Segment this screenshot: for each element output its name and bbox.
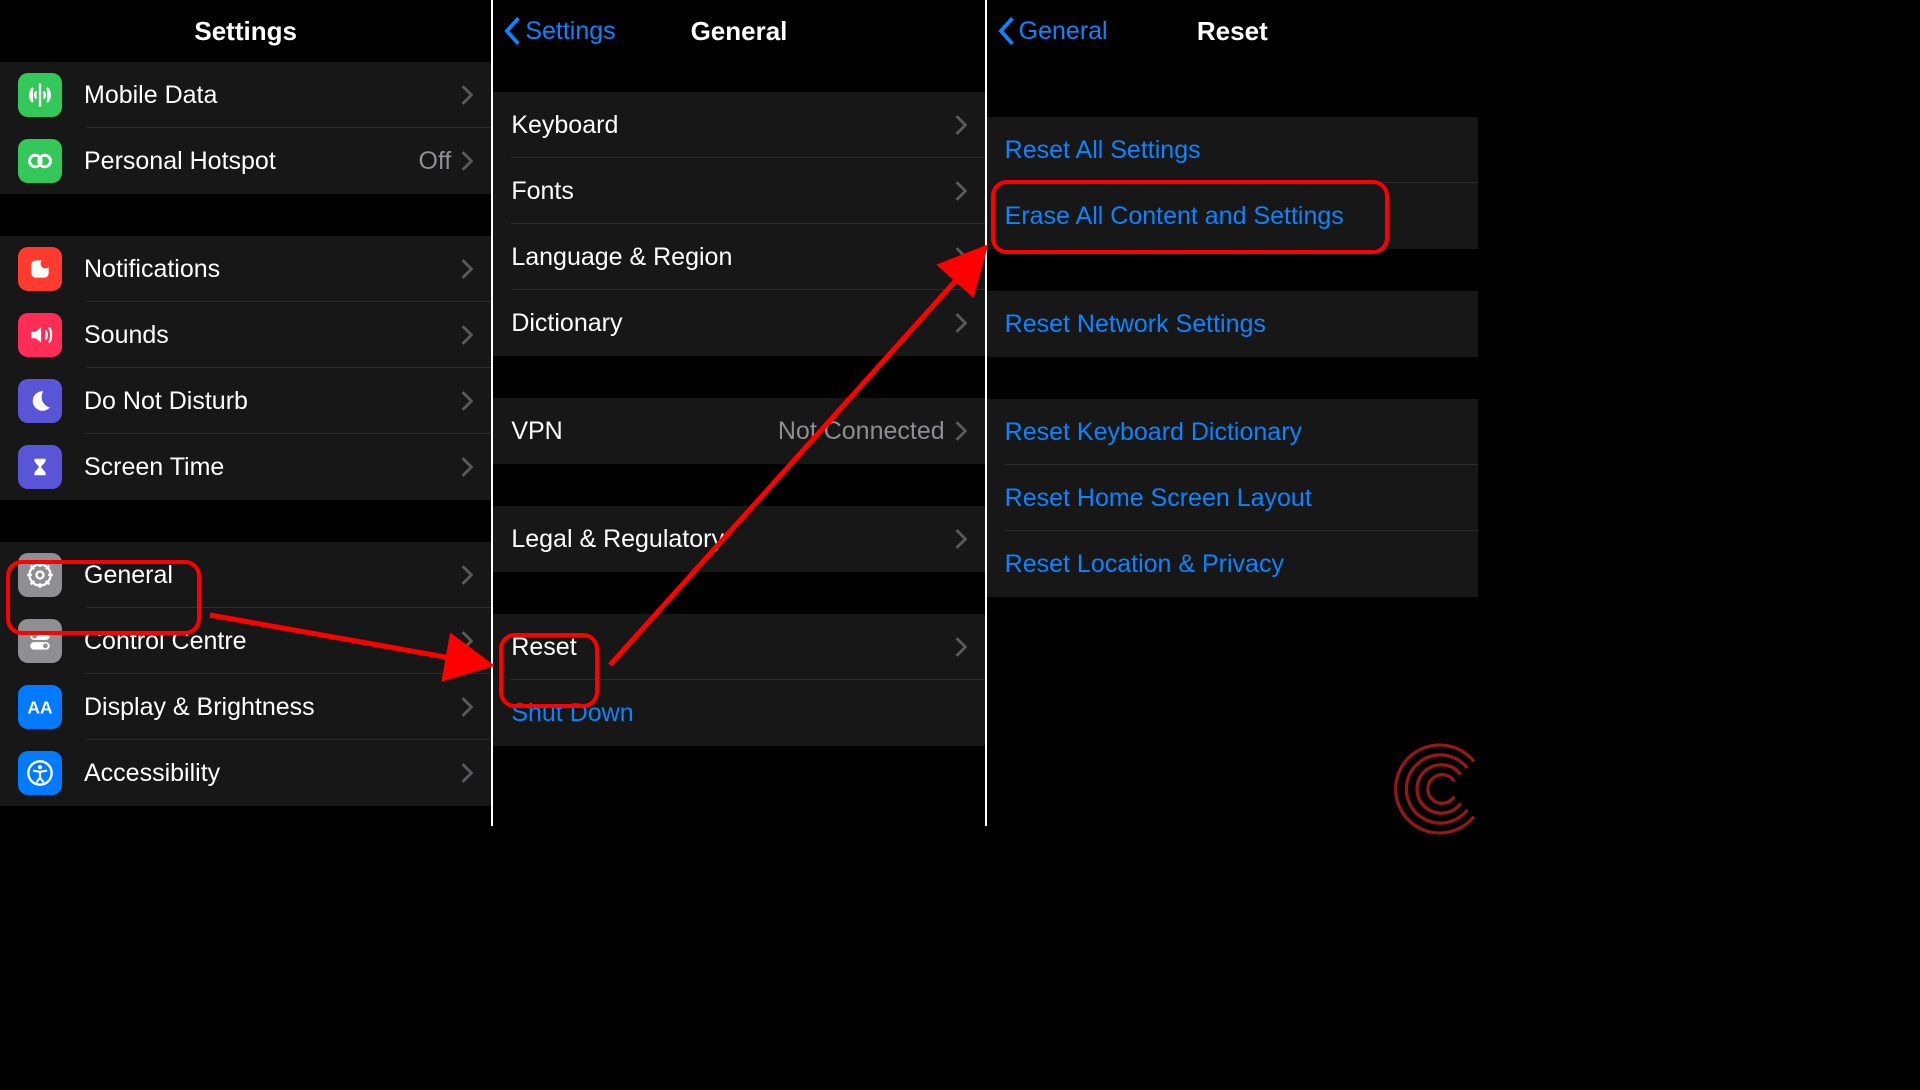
dnd-label: Do Not Disturb xyxy=(84,387,461,416)
control-centre-icon xyxy=(18,619,62,663)
gear-icon xyxy=(18,553,62,597)
chevron-right-icon xyxy=(955,247,967,267)
row-fonts[interactable]: Fonts xyxy=(493,158,984,224)
keyboard-label: Keyboard xyxy=(511,111,954,140)
row-vpn[interactable]: VPN Not Connected xyxy=(493,398,984,464)
reset-label: Reset xyxy=(511,633,954,662)
control-centre-label: Control Centre xyxy=(84,627,461,656)
row-legal[interactable]: Legal & Regulatory xyxy=(493,506,984,572)
settings-title: Settings xyxy=(194,16,297,47)
row-dnd[interactable]: Do Not Disturb xyxy=(0,368,491,434)
reset-home-label: Reset Home Screen Layout xyxy=(1005,484,1460,513)
vpn-label: VPN xyxy=(511,417,778,446)
chevron-right-icon xyxy=(955,115,967,135)
panel-general: Settings General Keyboard Fonts Language… xyxy=(491,0,984,826)
settings-header: Settings xyxy=(0,0,491,62)
chevron-right-icon xyxy=(461,85,473,105)
vpn-status: Not Connected xyxy=(778,417,945,446)
hotspot-icon xyxy=(18,139,62,183)
general-label: General xyxy=(84,561,461,590)
reset-keyboard-label: Reset Keyboard Dictionary xyxy=(1005,418,1460,447)
watermark-logo xyxy=(1386,734,1496,844)
cellular-icon xyxy=(18,73,62,117)
row-reset-keyboard[interactable]: Reset Keyboard Dictionary xyxy=(987,399,1478,465)
fonts-label: Fonts xyxy=(511,177,954,206)
display-label: Display & Brightness xyxy=(84,693,461,722)
row-accessibility[interactable]: Accessibility xyxy=(0,740,491,806)
screentime-label: Screen Time xyxy=(84,453,461,482)
chevron-right-icon xyxy=(461,391,473,411)
row-reset-home[interactable]: Reset Home Screen Layout xyxy=(987,465,1478,531)
chevron-right-icon xyxy=(955,637,967,657)
chevron-right-icon xyxy=(461,457,473,477)
row-sounds[interactable]: Sounds xyxy=(0,302,491,368)
chevron-right-icon xyxy=(955,529,967,549)
chevron-right-icon xyxy=(461,259,473,279)
row-dictionary[interactable]: Dictionary xyxy=(493,290,984,356)
row-keyboard[interactable]: Keyboard xyxy=(493,92,984,158)
chevron-right-icon xyxy=(461,151,473,171)
display-icon: AA xyxy=(18,685,62,729)
row-reset-network[interactable]: Reset Network Settings xyxy=(987,291,1478,357)
chevron-right-icon xyxy=(461,697,473,717)
chevron-right-icon xyxy=(461,763,473,783)
row-general[interactable]: General xyxy=(0,542,491,608)
row-erase-all[interactable]: Erase All Content and Settings xyxy=(987,183,1478,249)
chevron-right-icon xyxy=(955,313,967,333)
row-control-centre[interactable]: Control Centre xyxy=(0,608,491,674)
chevron-right-icon xyxy=(955,181,967,201)
general-header: Settings General xyxy=(493,0,984,62)
legal-label: Legal & Regulatory xyxy=(511,525,954,554)
row-reset[interactable]: Reset xyxy=(493,614,984,680)
erase-all-label: Erase All Content and Settings xyxy=(1005,202,1460,231)
panel-reset: General Reset Reset All Settings Erase A… xyxy=(985,0,1478,826)
shutdown-label: Shut Down xyxy=(511,699,966,728)
notifications-icon xyxy=(18,247,62,291)
back-to-settings[interactable]: Settings xyxy=(503,17,615,46)
back-to-general[interactable]: General xyxy=(997,17,1108,46)
reset-all-label: Reset All Settings xyxy=(1005,136,1460,165)
panel-settings: Settings Mobile Data Personal Hotspot Of… xyxy=(0,0,491,826)
back-settings-label: Settings xyxy=(525,17,615,46)
back-general-label: General xyxy=(1019,17,1108,46)
row-screen-time[interactable]: Screen Time xyxy=(0,434,491,500)
reset-location-label: Reset Location & Privacy xyxy=(1005,550,1460,579)
row-notifications[interactable]: Notifications xyxy=(0,236,491,302)
mobile-data-label: Mobile Data xyxy=(84,81,461,110)
sounds-icon xyxy=(18,313,62,357)
reset-title: Reset xyxy=(1197,16,1268,47)
chevron-right-icon xyxy=(461,325,473,345)
chevron-right-icon xyxy=(461,631,473,651)
hourglass-icon xyxy=(18,445,62,489)
hotspot-label: Personal Hotspot xyxy=(84,147,418,176)
row-reset-all[interactable]: Reset All Settings xyxy=(987,117,1478,183)
row-language[interactable]: Language & Region xyxy=(493,224,984,290)
row-display[interactable]: AA Display & Brightness xyxy=(0,674,491,740)
hotspot-status: Off xyxy=(418,147,451,176)
row-personal-hotspot[interactable]: Personal Hotspot Off xyxy=(0,128,491,194)
row-shutdown[interactable]: Shut Down xyxy=(493,680,984,746)
reset-header: General Reset xyxy=(987,0,1478,62)
language-label: Language & Region xyxy=(511,243,954,272)
chevron-right-icon xyxy=(461,565,473,585)
moon-icon xyxy=(18,379,62,423)
svg-text:AA: AA xyxy=(27,698,53,718)
dictionary-label: Dictionary xyxy=(511,309,954,338)
row-reset-location[interactable]: Reset Location & Privacy xyxy=(987,531,1478,597)
row-mobile-data[interactable]: Mobile Data xyxy=(0,62,491,128)
accessibility-icon xyxy=(18,751,62,795)
notifications-label: Notifications xyxy=(84,255,461,284)
general-title: General xyxy=(691,16,788,47)
accessibility-label: Accessibility xyxy=(84,759,461,788)
reset-network-label: Reset Network Settings xyxy=(1005,310,1460,339)
chevron-right-icon xyxy=(955,421,967,441)
sounds-label: Sounds xyxy=(84,321,461,350)
